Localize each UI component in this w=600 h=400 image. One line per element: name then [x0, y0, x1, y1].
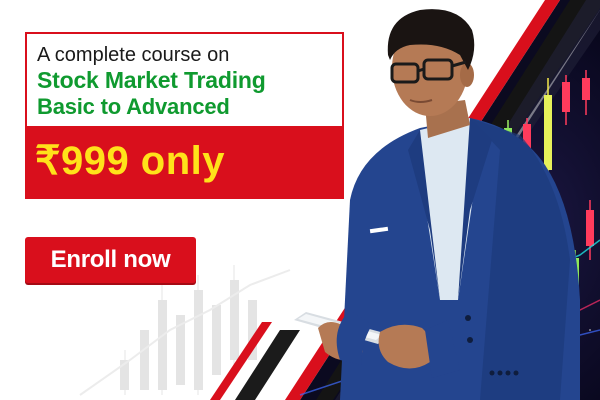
headline-subtitle: Basic to Advanced: [37, 94, 230, 119]
price-label: ₹999 only: [35, 139, 226, 183]
headline-title: Stock Market Trading: [37, 67, 266, 93]
headline-intro: A complete course on: [37, 44, 230, 66]
course-ad-banner: A complete course on Stock Market Tradin…: [0, 0, 600, 400]
headline-card: A complete course on Stock Market Tradin…: [25, 32, 344, 126]
price-box: ₹999 only: [25, 126, 344, 199]
enroll-now-button[interactable]: Enroll now: [25, 237, 196, 283]
